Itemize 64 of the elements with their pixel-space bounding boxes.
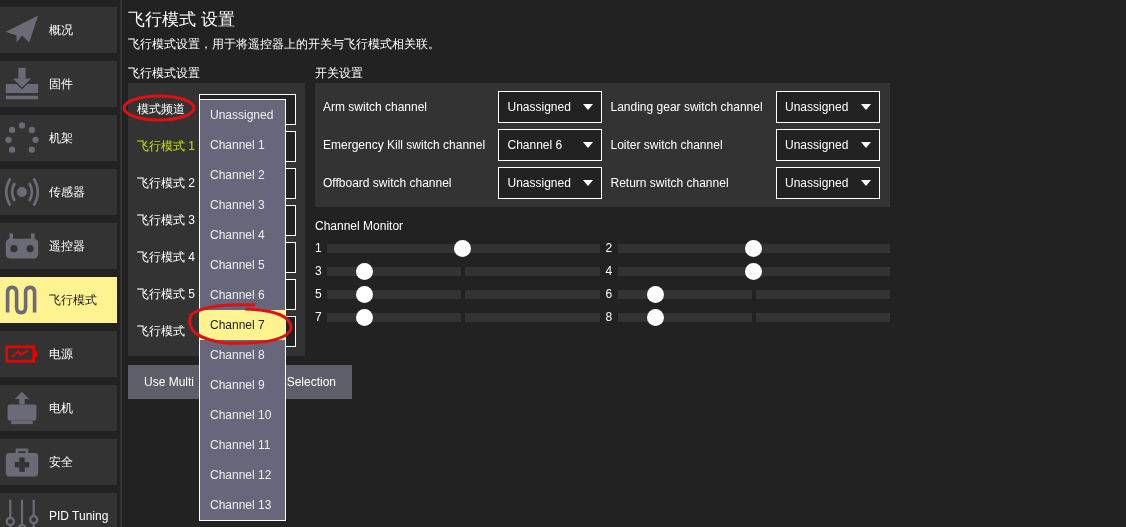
- caret-icon: [583, 104, 594, 110]
- caret-icon: [861, 180, 871, 186]
- channel-number: 3: [315, 264, 321, 278]
- switch-label: Arm switch channel: [323, 100, 429, 114]
- sliders-icon: [4, 498, 40, 527]
- sidebar-item[interactable]: 电机: [0, 385, 117, 431]
- sidebar-item[interactable]: 飞行模式: [0, 277, 117, 323]
- channel-number: 7: [315, 310, 321, 324]
- flight-mode-label: 飞行模式 4: [137, 249, 195, 266]
- sidebar-item[interactable]: 遥控器: [0, 223, 117, 269]
- flight-mode-label: 飞行模式 3: [137, 212, 195, 229]
- sidebar-item[interactable]: 概况: [0, 7, 117, 53]
- dropdown-option[interactable]: Channel 1: [200, 130, 285, 160]
- section-heading: 飞行模式设置: [128, 65, 201, 82]
- monitor-title: Channel Monitor: [315, 219, 405, 233]
- channel-number: 5: [315, 287, 321, 301]
- channel-number: 2: [605, 241, 612, 255]
- flight-mode-label: 飞行模式 2: [137, 175, 195, 192]
- sidebar-item[interactable]: 传感器: [0, 169, 117, 215]
- switch-label: Emergency Kill switch channel: [323, 138, 487, 152]
- flight-mode-label: 飞行模式: [137, 323, 185, 340]
- channel-combo-box[interactable]: Channel 6: [498, 129, 603, 161]
- channel-combo-box[interactable]: Unassigned: [776, 167, 880, 199]
- mode-channel-label: 模式频道: [137, 102, 185, 116]
- sidebar-item[interactable]: 电源: [0, 331, 117, 377]
- switch-label: Loiter switch channel: [610, 138, 724, 152]
- dropdown-option[interactable]: Channel 11: [200, 430, 285, 460]
- dropdown-option[interactable]: Channel 9: [200, 370, 285, 400]
- dropdown-option[interactable]: Channel 7: [200, 310, 285, 340]
- dropdown-option[interactable]: Channel 6: [200, 280, 285, 310]
- dropdown-option[interactable]: Channel 10: [200, 400, 285, 430]
- switch-label: Offboard switch channel: [323, 176, 453, 190]
- dropdown-option[interactable]: Channel 4: [200, 220, 285, 250]
- dropdown-option[interactable]: Channel 13: [200, 490, 285, 520]
- page-description: 飞行模式设置，用于将遥控器上的开关与飞行模式相关联。: [128, 36, 441, 53]
- switch-label: Landing gear switch channel: [610, 100, 764, 114]
- dropdown-option[interactable]: Channel 5: [200, 250, 285, 280]
- sidebar-item[interactable]: 固件: [0, 61, 117, 107]
- channel-number: 6: [605, 287, 612, 301]
- channel-combo-box[interactable]: Unassigned: [498, 167, 603, 199]
- channel-combo-box[interactable]: Unassigned: [498, 91, 603, 123]
- section-heading: 开关设置: [315, 65, 364, 82]
- dropdown-option[interactable]: Unassigned: [200, 100, 285, 130]
- channel-number: 8: [605, 310, 612, 324]
- dropdown-option[interactable]: Channel 2: [200, 160, 285, 190]
- dropdown-option[interactable]: Channel 12: [200, 460, 285, 490]
- channel-combo-box[interactable]: Unassigned: [776, 91, 880, 123]
- caret-icon: [861, 104, 871, 110]
- page-title: 飞行模式 设置: [128, 9, 236, 31]
- switch-label: Return switch channel: [610, 176, 730, 190]
- caret-icon: [583, 142, 594, 148]
- channel-number: 4: [605, 264, 612, 278]
- flight-mode-label: 飞行模式 1: [137, 138, 195, 155]
- sidebar-item[interactable]: PID Tuning: [0, 493, 117, 527]
- caret-icon: [861, 142, 871, 148]
- sidebar-item[interactable]: 机架: [0, 115, 117, 161]
- download-icon: [4, 66, 40, 102]
- sidebar-item[interactable]: 安全: [0, 439, 117, 485]
- channel-combo-box[interactable]: Unassigned: [776, 129, 880, 161]
- channel-number: 1: [315, 241, 321, 255]
- dots-icon: [4, 120, 40, 156]
- flight-mode-label: 飞行模式 5: [137, 286, 195, 303]
- dropdown-option[interactable]: Channel 3: [200, 190, 285, 220]
- caret-icon: [583, 180, 594, 186]
